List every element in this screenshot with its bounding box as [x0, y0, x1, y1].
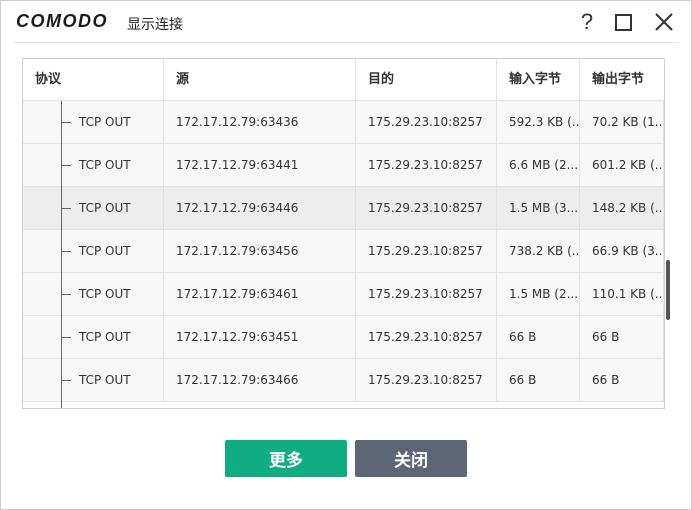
cell-destination: 175.29.23.10:8257: [356, 273, 497, 315]
close-button[interactable]: 关闭: [355, 440, 467, 477]
help-icon[interactable]: ?: [575, 9, 599, 35]
cell-bytes-in: 6.6 MB (2....: [497, 144, 580, 186]
column-header-protocol[interactable]: 协议: [23, 59, 164, 101]
table-row[interactable]: TCP OUT 172.17.12.79:63441 175.29.23.10:82…: [23, 144, 664, 187]
column-header-bytes-in[interactable]: 输入字节: [497, 59, 580, 101]
cell-destination: 175.29.23.10:8257: [356, 187, 497, 229]
cell-destination: 175.29.23.10:8257: [356, 359, 497, 401]
column-header-destination[interactable]: 目的: [356, 59, 497, 101]
cell-source: 172.17.12.79:63466: [164, 359, 356, 401]
cell-destination: 175.29.23.10:8257: [356, 101, 497, 143]
table-row[interactable]: TCP OUT 172.17.12.79:63461 175.29.23.10:82…: [23, 273, 664, 316]
cell-source: 172.17.12.79:63456: [164, 230, 356, 272]
cell-bytes-in: 66 B: [497, 359, 580, 401]
cell-protocol: TCP OUT: [23, 187, 164, 229]
cell-bytes-in: 66 B: [497, 316, 580, 358]
cell-bytes-out: 66 B: [580, 316, 664, 358]
table-row[interactable]: TCP OUT 172.17.12.79:63456 175.29.23.10:82…: [23, 230, 664, 273]
cell-bytes-in: 592.3 KB (...: [497, 101, 580, 143]
table-row[interactable]: TCP OUT 172.17.12.79:63436 175.29.23.10:82…: [23, 101, 664, 144]
vertical-scrollbar[interactable]: [666, 260, 670, 320]
comodo-logo: COMODO: [16, 11, 108, 31]
table-row[interactable]: TCP OUT 172.17.12.79:63451 175.29.23.10:82…: [23, 316, 664, 359]
tree-branch-line: [61, 208, 71, 209]
more-button[interactable]: 更多: [225, 440, 347, 477]
connections-table[interactable]: 协议 源 目的 输入字节 输出字节 TCP OUT 172.17.12.79:63…: [22, 58, 665, 409]
cell-destination: 175.29.23.10:8257: [356, 230, 497, 272]
tree-branch-line: [61, 337, 71, 338]
cell-source: 172.17.12.79:63441: [164, 144, 356, 186]
tree-branch-line: [61, 251, 71, 252]
cell-bytes-in: 738.2 KB (...: [497, 230, 580, 272]
tree-branch-line: [61, 122, 71, 123]
table-body: TCP OUT 172.17.12.79:63436 175.29.23.10:82…: [23, 101, 664, 408]
tree-branch-line: [61, 380, 71, 381]
table-row[interactable]: TCP OUT 172.17.12.79:63466 175.29.23.10:82…: [23, 359, 664, 402]
cell-bytes-out: 70.2 KB (1...: [580, 101, 664, 143]
cell-bytes-in: 1.5 MB (3....: [497, 187, 580, 229]
cell-bytes-out: 66.9 KB (3....: [580, 230, 664, 272]
column-header-source[interactable]: 源: [164, 59, 356, 101]
cell-bytes-out: 66 B: [580, 359, 664, 401]
cell-bytes-out: 148.2 KB (...: [580, 187, 664, 229]
cell-protocol: TCP OUT: [23, 359, 164, 401]
cell-protocol: TCP OUT: [23, 273, 164, 315]
table-row[interactable]: TCP OUT 172.17.12.79:63446 175.29.23.10:82…: [23, 187, 664, 230]
table-header: 协议 源 目的 输入字节 输出字节: [23, 59, 664, 101]
cell-source: 172.17.12.79:63461: [164, 273, 356, 315]
cell-protocol: TCP OUT: [23, 230, 164, 272]
close-icon[interactable]: [652, 9, 676, 35]
tree-connector-line: [61, 101, 62, 408]
cell-source: 172.17.12.79:63446: [164, 187, 356, 229]
cell-bytes-out: 110.1 KB (...: [580, 273, 664, 315]
cell-source: 172.17.12.79:63436: [164, 101, 356, 143]
tree-branch-line: [61, 294, 71, 295]
cell-protocol: TCP OUT: [23, 144, 164, 186]
cell-bytes-out: 601.2 KB (...: [580, 144, 664, 186]
cell-protocol: TCP OUT: [23, 101, 164, 143]
cell-source: 172.17.12.79:63451: [164, 316, 356, 358]
maximize-icon[interactable]: [611, 9, 635, 35]
column-header-bytes-out[interactable]: 输出字节: [580, 59, 664, 101]
cell-bytes-in: 1.5 MB (2....: [497, 273, 580, 315]
title-bar: COMODO 显示连接 ?: [1, 1, 691, 43]
cell-destination: 175.29.23.10:8257: [356, 316, 497, 358]
window-title: 显示连接: [127, 17, 183, 33]
show-connections-dialog: COMODO 显示连接 ? 协议 源 目的 输入字节 输出字节 TCP OUT 1…: [0, 0, 692, 510]
cell-destination: 175.29.23.10:8257: [356, 144, 497, 186]
title-divider: [13, 42, 679, 43]
cell-protocol: TCP OUT: [23, 316, 164, 358]
tree-branch-line: [61, 165, 71, 166]
